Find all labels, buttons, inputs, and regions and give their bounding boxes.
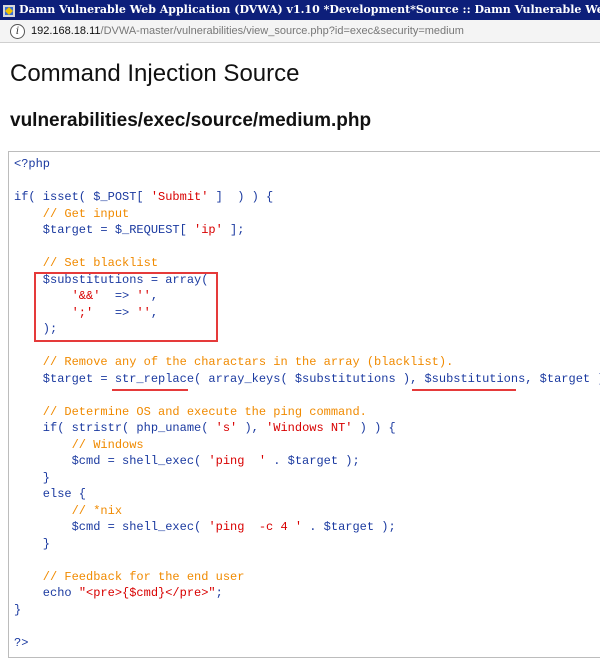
window-title: Damn Vulnerable Web Application (DVWA) v…: [19, 3, 600, 16]
code-line: // Feedback for the end user: [14, 569, 245, 585]
code-line: <?php: [14, 156, 50, 172]
code-token: . $target );: [302, 520, 396, 534]
url-host[interactable]: 192.168.18.11: [31, 25, 101, 37]
code-line: else {: [14, 486, 86, 502]
code-token: ];: [222, 223, 245, 237]
code-comment: // Determine OS and execute the ping com…: [14, 404, 367, 419]
code-token: ] ) ) {: [208, 190, 274, 204]
code-line: }: [14, 470, 50, 486]
code-token: <?php: [14, 157, 51, 171]
code-token: if( isset( $_POST[: [14, 190, 151, 204]
code-line: $cmd = shell_exec( 'ping -c 4 ' . $targe…: [14, 519, 396, 535]
code-string: 'Windows NT': [266, 421, 353, 435]
code-string: 's': [215, 421, 238, 435]
code-token: else {: [14, 487, 87, 501]
code-string: 'ping ': [208, 454, 267, 468]
code-string: "<pre>{$cmd}</pre>": [78, 586, 216, 600]
code-line: $target = str_replace( array_keys( $subs…: [14, 371, 600, 387]
code-comment: // *nix: [14, 503, 123, 518]
code-line: // Set blacklist: [14, 255, 158, 271]
source-file-path: vulnerabilities/exec/source/medium.php: [10, 110, 372, 131]
code-token: }: [14, 470, 51, 485]
code-line: if( stristr( php_uname( 's' ), 'Windows …: [14, 420, 396, 436]
code-token: $cmd = shell_exec(: [14, 520, 209, 534]
browser-app-icon: [3, 4, 15, 17]
page-title: Command Injection Source: [10, 60, 300, 87]
code-comment: // Feedback for the end user: [14, 569, 245, 584]
code-token: ) ) {: [352, 421, 396, 435]
code-line: }: [14, 602, 21, 618]
code-token: ?>: [14, 635, 29, 650]
code-line: if( isset( $_POST[ 'Submit' ] ) ) {: [14, 189, 273, 205]
code-line: // *nix: [14, 503, 122, 519]
code-line: $cmd = shell_exec( 'ping ' . $target );: [14, 453, 360, 469]
code-line: }: [14, 536, 50, 552]
code-comment: // Get input: [14, 206, 130, 221]
code-comment: // Windows: [14, 437, 144, 452]
code-line: // Windows: [14, 437, 144, 453]
code-token: echo: [14, 586, 79, 600]
code-line: // Determine OS and execute the ping com…: [14, 404, 367, 420]
code-string: 'ping -c 4 ': [208, 520, 303, 534]
code-token: }: [14, 602, 22, 617]
code-token: ),: [237, 421, 267, 435]
code-string: 'ip': [194, 223, 223, 237]
code-comment: // Set blacklist: [14, 256, 159, 270]
str-replace-annotation-underline: [112, 389, 188, 391]
code-string: 'Submit': [150, 190, 209, 204]
code-line: ?>: [14, 635, 28, 651]
url-path[interactable]: /DVWA-master/vulnerabilities/view_source…: [101, 25, 464, 37]
substitutions-annotation-underline: [412, 389, 516, 391]
code-token: $target = $_REQUEST[: [14, 223, 195, 237]
code-token: }: [14, 536, 51, 551]
code-line: $target = $_REQUEST[ 'ip' ];: [14, 222, 245, 238]
blacklist-annotation-box: [34, 272, 218, 342]
code-line: // Remove any of the charactars in the a…: [14, 354, 453, 370]
code-comment: // Remove any of the charactars in the a…: [14, 355, 454, 369]
site-info-icon[interactable]: i: [10, 24, 25, 39]
code-line: echo "<pre>{$cmd}</pre>";: [14, 585, 223, 601]
code-line: // Get input: [14, 206, 129, 222]
code-token: ;: [215, 586, 223, 600]
code-token: $cmd = shell_exec(: [14, 454, 209, 468]
code-token: $target = str_replace( array_keys( $subs…: [14, 371, 600, 386]
window-title-bar: Damn Vulnerable Web Application (DVWA) v…: [0, 0, 600, 20]
code-token: . $target );: [266, 454, 360, 468]
address-bar[interactable]: i 192.168.18.11/DVWA-master/vulnerabiliti…: [0, 20, 600, 43]
code-token: if( stristr( php_uname(: [14, 421, 216, 435]
